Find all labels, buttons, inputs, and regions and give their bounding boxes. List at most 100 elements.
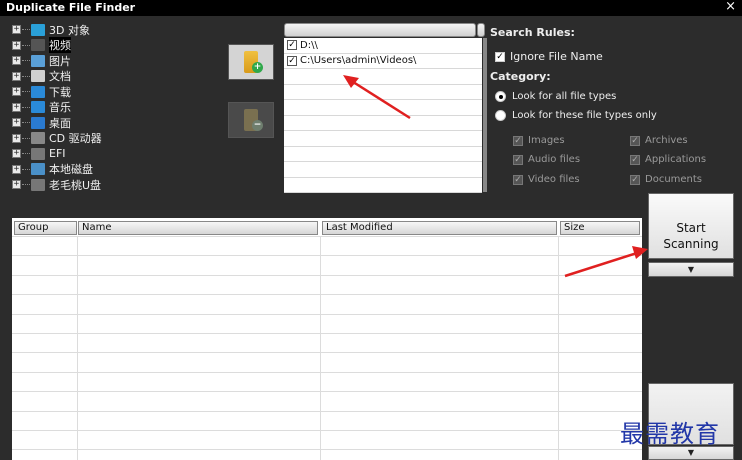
tree-item[interactable]: + 文档	[10, 69, 210, 84]
expand-icon[interactable]: +	[12, 40, 21, 50]
scan-options-dropdown[interactable]: ▼	[648, 262, 734, 277]
column-divider	[558, 236, 559, 460]
table-row[interactable]	[12, 391, 642, 393]
folder-list-row[interactable]	[284, 85, 482, 100]
tree-item[interactable]: +3D 对象	[10, 22, 210, 37]
table-row[interactable]	[12, 371, 642, 373]
tree-item[interactable]: + 图片	[10, 53, 210, 68]
downloads-folder-icon	[31, 85, 45, 98]
folder-tree[interactable]: +3D 对象 + 视频 + 图片 + 文档 + 下载 + 音乐 + 桌面 + CD 驱动器 + EFI + 本地磁盘…	[10, 22, 222, 192]
folder-list-header-end[interactable]	[477, 23, 485, 37]
start-scanning-label-line2: Scanning	[663, 237, 719, 251]
tree-item-label: EFI	[49, 147, 66, 160]
folder-list-row[interactable]	[284, 100, 482, 116]
tree-item[interactable]: + 本地磁盘	[10, 162, 210, 177]
close-icon[interactable]: ×	[725, 0, 736, 14]
tree-item[interactable]: + 桌面	[10, 115, 210, 130]
table-row[interactable]	[12, 352, 642, 354]
start-scanning-button[interactable]: Start Scanning	[648, 193, 734, 259]
table-row[interactable]	[12, 449, 642, 451]
tree-item[interactable]: + 音乐	[10, 100, 210, 115]
checkbox-icon: ✓	[513, 135, 523, 146]
drive-icon	[31, 147, 45, 160]
column-header-last-modified[interactable]: Last Modified	[322, 221, 557, 235]
expand-icon[interactable]: +	[12, 149, 21, 158]
expand-icon[interactable]: +	[12, 87, 21, 96]
tree-connector	[22, 122, 30, 123]
remove-folder-button[interactable]: −	[228, 102, 274, 138]
expand-icon[interactable]: +	[12, 71, 21, 81]
expand-icon[interactable]: +	[12, 180, 21, 189]
tree-connector	[22, 168, 30, 170]
images-checkbox[interactable]: ✓ Images	[513, 135, 565, 146]
table-row[interactable]	[12, 313, 642, 315]
expand-icon[interactable]: +	[12, 25, 21, 34]
folder-list-row[interactable]	[284, 116, 482, 131]
folder-list-row[interactable]	[284, 162, 482, 178]
folder-path: D:\\	[300, 39, 318, 51]
search-rules-panel: Search Rules: ✓ Ignore File Name Categor…	[490, 24, 740, 194]
video-files-checkbox[interactable]: ✓ Video files	[513, 174, 580, 185]
archives-checkbox[interactable]: ✓ Archives	[630, 135, 688, 146]
documents-label: Documents	[645, 174, 703, 185]
tree-connector	[22, 137, 30, 139]
music-folder-icon	[31, 101, 45, 113]
add-folder-button[interactable]: +	[228, 44, 274, 80]
tree-item-label: 视频	[49, 37, 71, 53]
folder-list-row[interactable]: ✓ D:\\	[284, 38, 482, 54]
table-row[interactable]	[12, 274, 642, 276]
ignore-file-name-label: Ignore File Name	[510, 50, 603, 63]
table-row[interactable]	[12, 236, 642, 237]
folder-list-row[interactable]	[284, 147, 482, 162]
tree-item-label: 老毛桃U盘	[49, 178, 102, 192]
table-row[interactable]	[12, 333, 642, 334]
folder-list-row[interactable]	[284, 131, 482, 147]
folder-list-scrollbar[interactable]	[483, 38, 487, 192]
folder-list[interactable]: ✓ D:\\ ✓ C:\Users\admin\Videos\	[284, 38, 482, 193]
folder-list-header[interactable]	[284, 23, 476, 37]
tree-item[interactable]: + 视频	[10, 37, 210, 53]
title-bar: Duplicate File Finder ×	[0, 0, 742, 16]
chevron-down-icon: ▼	[687, 265, 695, 274]
documents-checkbox[interactable]: ✓ Documents	[630, 174, 702, 185]
tree-item[interactable]: + CD 驱动器	[10, 131, 210, 146]
checkbox-icon: ✓	[630, 135, 640, 146]
tree-item[interactable]: + 下载	[10, 84, 210, 99]
table-row[interactable]	[12, 430, 642, 431]
table-row[interactable]	[12, 294, 642, 296]
chevron-down-icon: ▼	[687, 448, 695, 457]
checkbox-icon: ✓	[630, 174, 640, 185]
column-header-size[interactable]: Size	[560, 221, 640, 235]
expand-icon[interactable]: +	[12, 133, 21, 143]
folder-list-row[interactable]	[284, 178, 482, 193]
folder-checkbox[interactable]: ✓	[287, 55, 297, 66]
tree-item[interactable]: + EFI	[10, 146, 210, 161]
tree-item-label: 3D 对象	[49, 23, 90, 37]
tree-item-label: 音乐	[49, 101, 71, 114]
all-file-types-radio[interactable]: Look for all file types	[495, 91, 616, 102]
cd-drive-icon	[31, 132, 45, 144]
pictures-folder-icon	[31, 54, 45, 67]
these-file-types-radio[interactable]: Look for these file types only	[495, 110, 657, 121]
tree-item[interactable]: + 老毛桃U盘	[10, 177, 210, 192]
folder-checkbox[interactable]: ✓	[287, 40, 297, 51]
expand-icon[interactable]: +	[12, 56, 21, 65]
folder-list-row[interactable]	[284, 69, 482, 85]
ignore-file-name-checkbox[interactable]: ✓ Ignore File Name	[495, 50, 603, 63]
expand-icon[interactable]: +	[12, 164, 21, 174]
archives-label: Archives	[645, 135, 688, 146]
audio-files-checkbox[interactable]: ✓ Audio files	[513, 154, 580, 165]
tree-item-label: 本地磁盘	[49, 163, 93, 176]
results-table[interactable]: Group Name Last Modified Size	[12, 218, 642, 460]
applications-checkbox[interactable]: ✓ Applications	[630, 154, 706, 165]
tree-item-label: 文档	[49, 70, 71, 83]
table-row[interactable]	[12, 410, 642, 412]
column-header-group[interactable]: Group	[14, 221, 77, 235]
expand-icon[interactable]: +	[12, 102, 21, 112]
tree-connector	[22, 184, 30, 185]
folder-list-row[interactable]: ✓ C:\Users\admin\Videos\	[284, 54, 482, 69]
table-row[interactable]	[12, 255, 642, 257]
column-header-name[interactable]: Name	[78, 221, 318, 235]
expand-icon[interactable]: +	[12, 118, 21, 127]
add-icon: +	[252, 62, 263, 73]
